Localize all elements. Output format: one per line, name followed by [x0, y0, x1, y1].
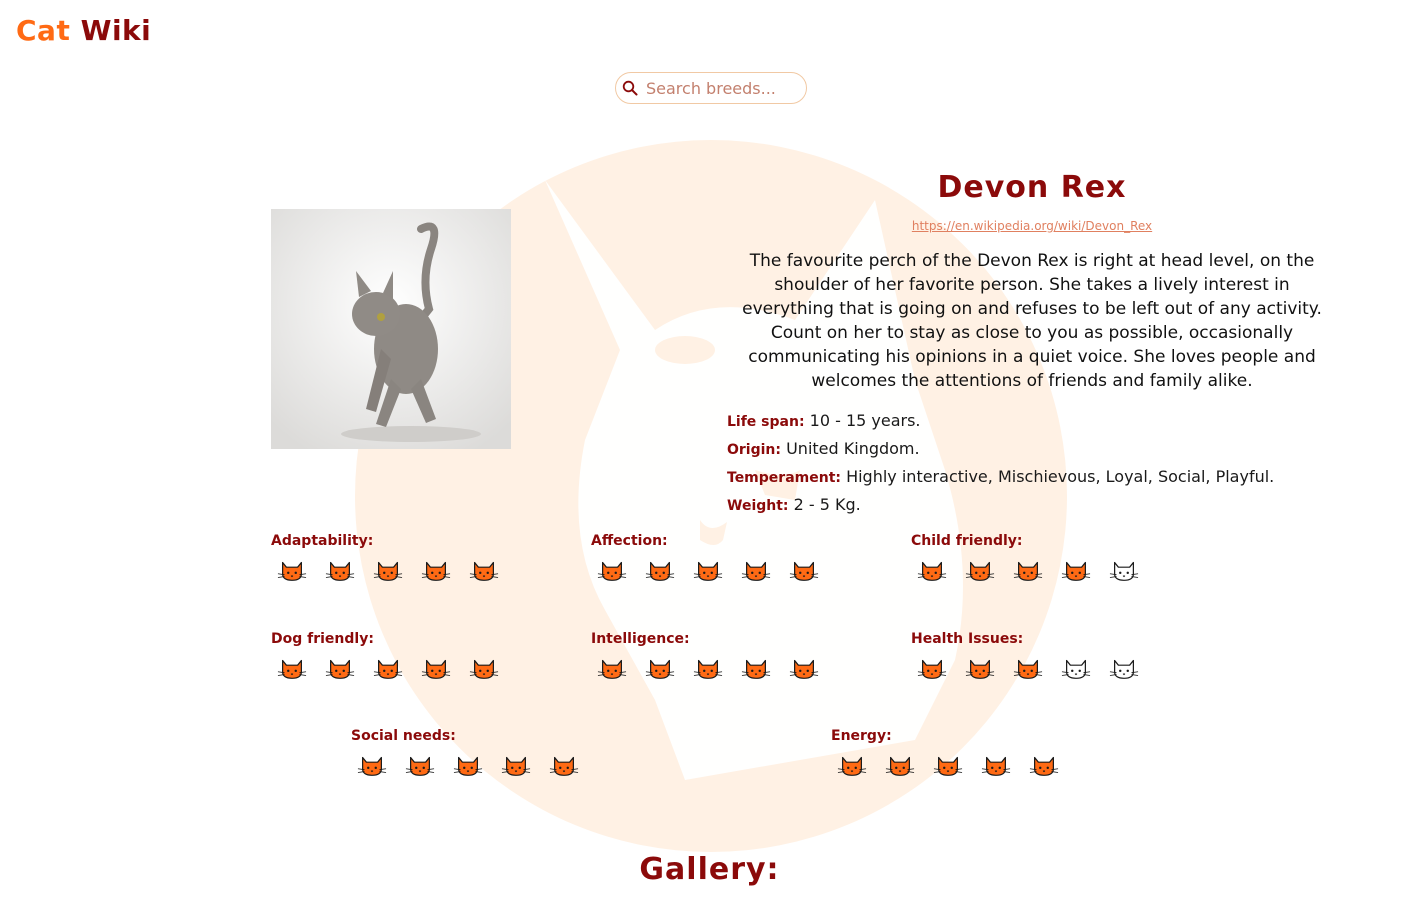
cat-face-filled-icon — [837, 756, 867, 776]
breed-photo — [271, 209, 511, 449]
fact-value: 10 - 15 years. — [809, 411, 921, 430]
gallery-title: Gallery: — [639, 852, 780, 887]
cat-face-filled-icon — [645, 659, 675, 679]
cat-face-filled-icon — [373, 659, 403, 679]
fact-origin: Origin: United Kingdom. — [727, 439, 1337, 460]
fact-label: Temperament: — [727, 470, 841, 486]
cat-face-filled-icon — [917, 561, 947, 581]
wikipedia-link[interactable]: https://en.wikipedia.org/wiki/Devon_Rex — [727, 219, 1337, 233]
cat-face-empty-icon — [1061, 659, 1091, 679]
rating-label: Social needs: — [351, 728, 456, 744]
cat-face-filled-icon — [549, 756, 579, 776]
cat-face-filled-icon — [421, 659, 451, 679]
breed-description: The favourite perch of the Devon Rex is … — [742, 251, 1322, 391]
fact-value: 2 - 5 Kg. — [793, 495, 861, 514]
breed-name: Devon Rex — [937, 170, 1127, 205]
cat-face-filled-icon — [469, 659, 499, 679]
rating-label: Adaptability: — [271, 533, 374, 549]
cat-face-filled-icon — [501, 756, 531, 776]
rating-label: Child friendly: — [911, 533, 1023, 549]
search-input[interactable] — [644, 77, 798, 99]
rating-label: Health Issues: — [911, 631, 1024, 647]
rating-icons — [271, 653, 499, 683]
breed-facts: Life span: 10 - 15 years. Origin: United… — [727, 411, 1337, 516]
cat-face-filled-icon — [597, 561, 627, 581]
fact-value: United Kingdom. — [786, 439, 920, 458]
rating-icons — [271, 555, 499, 585]
cat-face-filled-icon — [325, 561, 355, 581]
rating-label: Intelligence: — [591, 631, 690, 647]
breed-info: Devon Rex https://en.wikipedia.org/wiki/… — [727, 170, 1337, 523]
cat-face-filled-icon — [917, 659, 947, 679]
logo-word-wiki: Wiki — [80, 14, 152, 47]
cat-face-filled-icon — [1061, 561, 1091, 581]
fact-label: Origin: — [727, 442, 781, 458]
rating-label: Energy: — [831, 728, 892, 744]
cat-face-filled-icon — [741, 561, 771, 581]
rating-label: Dog friendly: — [271, 631, 374, 647]
search-bar[interactable] — [615, 72, 807, 104]
cat-face-empty-icon — [1109, 659, 1139, 679]
cat-face-filled-icon — [741, 659, 771, 679]
logo-word-cat: Cat — [16, 14, 71, 47]
search-icon — [622, 80, 638, 96]
rating-icons — [831, 750, 1059, 780]
cat-face-empty-icon — [1109, 561, 1139, 581]
rating-affection: Affection: — [591, 533, 819, 585]
cat-face-filled-icon — [1013, 659, 1043, 679]
cat-face-filled-icon — [597, 659, 627, 679]
app-logo[interactable]: Cat Wiki — [16, 14, 151, 47]
cat-face-filled-icon — [645, 561, 675, 581]
rating-intelligence: Intelligence: — [591, 631, 819, 683]
cat-face-filled-icon — [405, 756, 435, 776]
cat-face-filled-icon — [421, 561, 451, 581]
rating-icons — [911, 653, 1139, 683]
rating-child-friendly: Child friendly: — [911, 533, 1139, 585]
cat-face-filled-icon — [693, 659, 723, 679]
rating-health-issues: Health Issues: — [911, 631, 1139, 683]
cat-face-filled-icon — [789, 659, 819, 679]
cat-face-filled-icon — [933, 756, 963, 776]
fact-value: Highly interactive, Mischievous, Loyal, … — [846, 467, 1275, 486]
rating-energy: Energy: — [831, 728, 1059, 780]
cat-face-filled-icon — [693, 561, 723, 581]
cat-face-filled-icon — [357, 756, 387, 776]
cat-face-filled-icon — [965, 659, 995, 679]
rating-icons — [911, 555, 1139, 585]
rating-icons — [351, 750, 579, 780]
cat-face-filled-icon — [277, 659, 307, 679]
fact-temperament: Temperament: Highly interactive, Mischie… — [727, 467, 1337, 488]
cat-face-filled-icon — [277, 561, 307, 581]
rating-icons — [591, 653, 819, 683]
rating-dog-friendly: Dog friendly: — [271, 631, 499, 683]
cat-face-filled-icon — [885, 756, 915, 776]
cat-face-filled-icon — [373, 561, 403, 581]
fact-life-span: Life span: 10 - 15 years. — [727, 411, 1337, 432]
cat-face-filled-icon — [789, 561, 819, 581]
cat-face-filled-icon — [325, 659, 355, 679]
cat-face-filled-icon — [965, 561, 995, 581]
cat-face-filled-icon — [981, 756, 1011, 776]
fact-weight: Weight: 2 - 5 Kg. — [727, 495, 1337, 516]
rating-adaptability: Adaptability: — [271, 533, 499, 585]
cat-face-filled-icon — [1029, 756, 1059, 776]
rating-social-needs: Social needs: — [351, 728, 579, 780]
fact-label: Weight: — [727, 498, 789, 514]
fact-label: Life span: — [727, 414, 805, 430]
rating-label: Affection: — [591, 533, 668, 549]
cat-face-filled-icon — [453, 756, 483, 776]
cat-face-filled-icon — [469, 561, 499, 581]
cat-face-filled-icon — [1013, 561, 1043, 581]
rating-icons — [591, 555, 819, 585]
